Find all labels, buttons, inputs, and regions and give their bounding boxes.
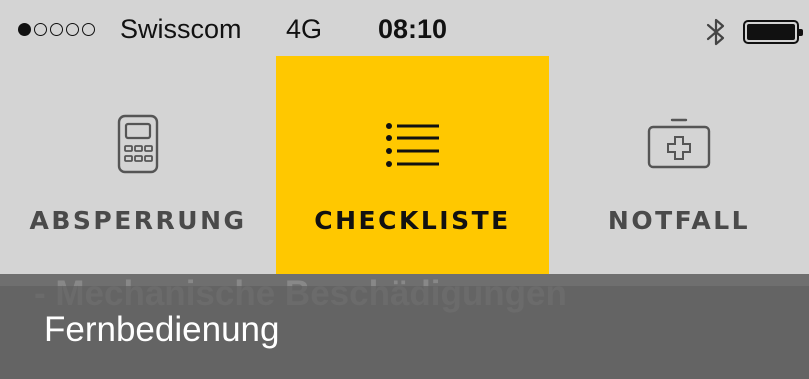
remote-control-icon [117, 114, 159, 174]
status-bar: Swisscom 4G 08:10 [0, 0, 809, 56]
tab-label: NOTFALL [607, 206, 751, 235]
tab-label: ABSPERRUNG [29, 206, 247, 235]
section-title: Fernbedienung [44, 310, 280, 349]
status-time: 08:10 [378, 14, 448, 44]
section-header: Fernbedienung [0, 286, 809, 379]
battery-icon [743, 20, 803, 44]
tab-notfall[interactable]: NOTFALL [549, 56, 809, 274]
tab-checkliste[interactable]: CHECKLISTE [276, 56, 549, 274]
tab-absperrung[interactable]: ABSPERRUNG [0, 56, 276, 274]
tab-label: CHECKLISTE [314, 206, 511, 235]
carrier-name: Swisscom [120, 14, 242, 44]
tab-bar: ABSPERRUNG CHECKLISTE NOTFALL [0, 56, 809, 274]
bluetooth-icon [706, 18, 725, 46]
first-aid-kit-icon [647, 118, 711, 169]
content-area[interactable]: - Mechanische Beschädigungen Fernbedienu… [0, 274, 809, 379]
signal-strength-icon [18, 23, 95, 36]
list-icon [385, 123, 439, 167]
network-type: 4G [286, 14, 323, 44]
